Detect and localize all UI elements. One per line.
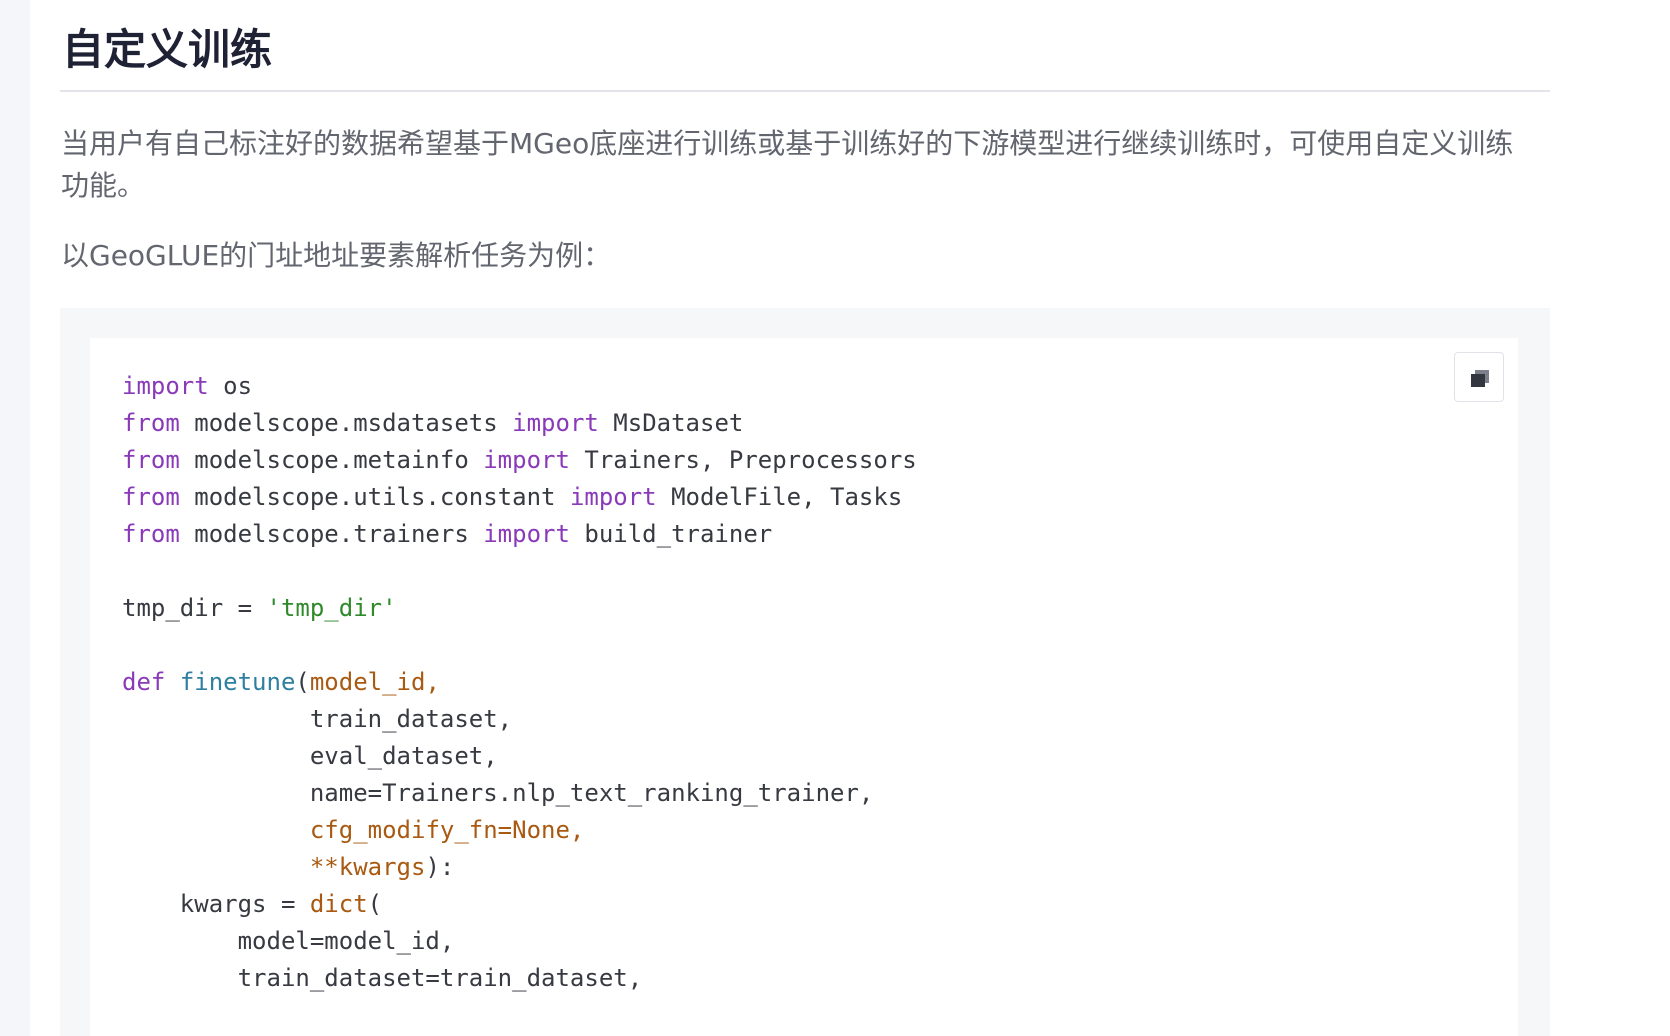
keyword: import bbox=[483, 520, 570, 548]
code-text: ( bbox=[367, 890, 383, 918]
code-text: ModelFile, Tasks bbox=[656, 483, 903, 511]
keyword: def bbox=[122, 668, 166, 696]
keyword: from bbox=[122, 520, 180, 548]
code-text: kwargs = bbox=[122, 890, 310, 918]
code-text: ): bbox=[425, 853, 455, 881]
title-divider bbox=[60, 90, 1550, 92]
code-text: model=model_id, bbox=[122, 927, 455, 955]
code-line: **kwargs): bbox=[122, 849, 917, 886]
copy-code-button[interactable] bbox=[1454, 352, 1504, 402]
code-panel: import os from modelscope.msdatasets impo… bbox=[90, 338, 1518, 1036]
code-line: model=model_id, bbox=[122, 923, 917, 960]
section-title: 自定义训练 bbox=[62, 25, 273, 74]
keyword: from bbox=[122, 446, 180, 474]
code-line: from modelscope.metainfo import Trainers… bbox=[122, 442, 917, 479]
copy-icon bbox=[1471, 370, 1489, 387]
parameter: model_id, bbox=[309, 668, 440, 696]
code-line: train_dataset=train_dataset, bbox=[122, 960, 917, 997]
code-text: name=Trainers.nlp_text_ranking_trainer, bbox=[122, 779, 874, 807]
code-text: eval_dataset, bbox=[122, 742, 498, 770]
code-line: tmp_dir = 'tmp_dir' bbox=[122, 590, 917, 627]
example-paragraph: 以GeoGLUE的门址地址要素解析任务为例： bbox=[61, 239, 612, 272]
code-line: from modelscope.msdatasets import MsData… bbox=[122, 405, 917, 442]
parameter: cfg_modify_fn=None, bbox=[309, 816, 585, 844]
code-line: train_dataset, bbox=[122, 701, 917, 738]
code-text: modelscope.utils.constant bbox=[179, 483, 570, 511]
code-line: import os bbox=[122, 368, 917, 405]
code-text: build_trainer bbox=[569, 520, 773, 548]
keyword: from bbox=[122, 409, 180, 437]
function-name: finetune bbox=[179, 668, 296, 696]
code-line: cfg_modify_fn=None, bbox=[122, 812, 917, 849]
doc-page: 自定义训练 当用户有自己标注好的数据希望基于MGeo底座进行训练或基于训练好的下… bbox=[30, 0, 1670, 1036]
code-text: modelscope.metainfo bbox=[179, 446, 484, 474]
code-line: eval_dataset, bbox=[122, 738, 917, 775]
code-block: import os from modelscope.msdatasets impo… bbox=[60, 308, 1550, 1036]
code-line: def finetune(model_id, bbox=[122, 664, 917, 701]
parameter: **kwargs bbox=[309, 853, 426, 881]
code-text: os bbox=[208, 372, 253, 400]
builtin: dict bbox=[309, 890, 368, 918]
code-line: from modelscope.utils.constant import Mo… bbox=[122, 479, 917, 516]
code-text: ( bbox=[295, 668, 310, 696]
code-text: train_dataset=train_dataset, bbox=[122, 964, 643, 992]
code-text: Trainers, Preprocessors bbox=[569, 446, 917, 474]
keyword: from bbox=[122, 483, 180, 511]
string-literal: 'tmp_dir' bbox=[266, 594, 397, 622]
code-text: modelscope.msdatasets bbox=[179, 409, 513, 437]
code-text: MsDataset bbox=[598, 409, 744, 437]
code-text: tmp_dir = bbox=[122, 594, 267, 622]
intro-paragraph: 当用户有自己标注好的数据希望基于MGeo底座进行训练或基于训练好的下游模型进行继… bbox=[61, 127, 1514, 202]
keyword: import bbox=[483, 446, 570, 474]
code-line: name=Trainers.nlp_text_ranking_trainer, bbox=[122, 775, 917, 812]
code-content: import os from modelscope.msdatasets impo… bbox=[122, 368, 917, 997]
keyword: import bbox=[122, 372, 209, 400]
code-line: from modelscope.trainers import build_tr… bbox=[122, 516, 917, 553]
keyword: import bbox=[512, 409, 599, 437]
code-line: kwargs = dict( bbox=[122, 886, 917, 923]
code-text: train_dataset, bbox=[122, 705, 513, 733]
code-text: modelscope.trainers bbox=[179, 520, 484, 548]
keyword: import bbox=[569, 483, 657, 511]
